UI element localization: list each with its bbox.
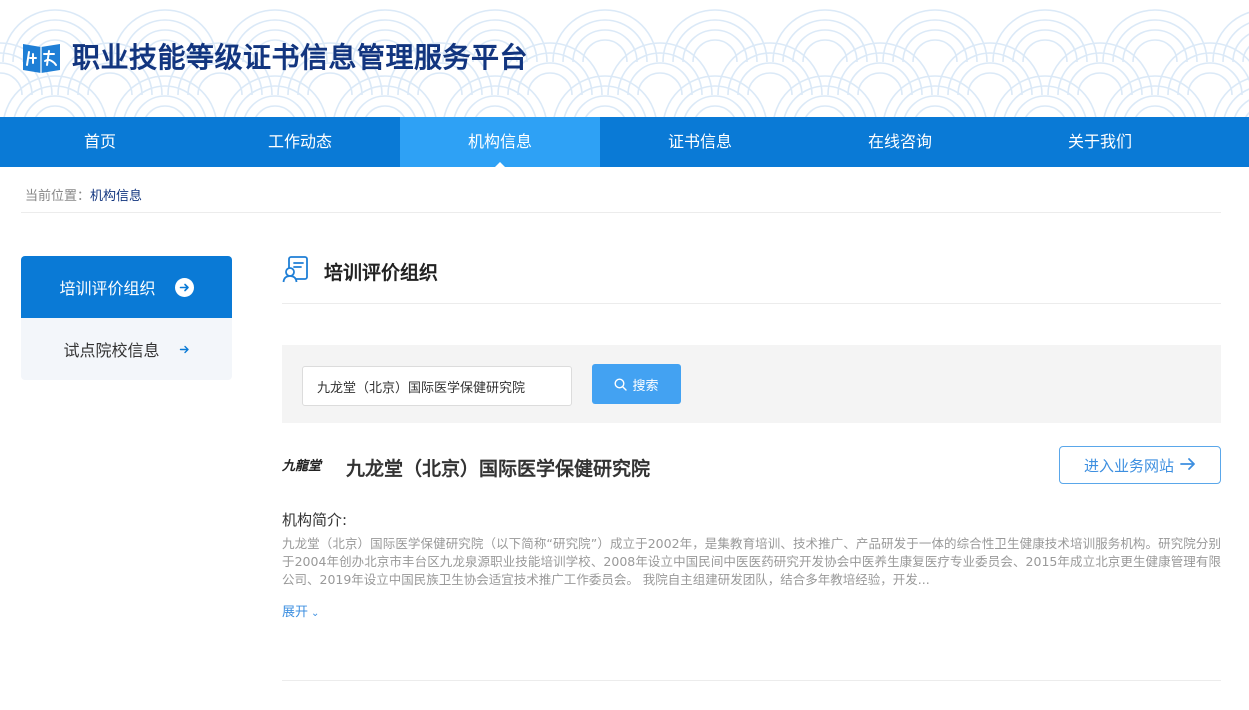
- nav-item-org-info[interactable]: 机构信息: [400, 117, 600, 167]
- enter-business-site-button[interactable]: 进入业务网站: [1059, 446, 1221, 484]
- main-nav: 首页 工作动态 机构信息 证书信息 在线咨询 关于我们: [0, 117, 1249, 167]
- nav-item-work-news[interactable]: 工作动态: [200, 117, 400, 167]
- search-button-label: 搜索: [632, 378, 659, 394]
- breadcrumb-current[interactable]: 机构信息: [90, 189, 142, 204]
- arrow-right-icon: [179, 344, 190, 355]
- enter-business-site-label: 进入业务网站: [1083, 456, 1174, 475]
- section-title: 培训评价组织: [324, 262, 439, 284]
- search-panel: 搜索: [282, 345, 1221, 423]
- intro-text: 九龙堂（北京）国际医学保健研究院（以下简称“研究院”）成立于2002年，是集教育…: [282, 536, 1221, 587]
- chevron-down-icon: ⌄: [311, 608, 320, 619]
- divider: [282, 680, 1221, 681]
- nav-item-home[interactable]: 首页: [0, 117, 200, 167]
- sidebar-item-label: 试点院校信息: [63, 341, 160, 360]
- search-icon: [614, 377, 628, 391]
- sidebar: 培训评价组织 试点院校信息: [21, 256, 232, 380]
- sidebar-item-pilot-schools[interactable]: 试点院校信息: [21, 318, 232, 380]
- arrow-right-circle-icon: [174, 277, 194, 297]
- intro-label: 机构简介:: [282, 511, 348, 529]
- organization-profile-icon: [282, 256, 308, 283]
- breadcrumb-prefix: 当前位置：: [25, 189, 91, 204]
- organization-name: 九龙堂（北京）国际医学保健研究院: [346, 458, 651, 480]
- sidebar-item-label: 培训评价组织: [59, 279, 156, 298]
- expand-label: 展开: [282, 605, 309, 620]
- search-input[interactable]: [302, 366, 572, 406]
- nav-item-about-us[interactable]: 关于我们: [1000, 117, 1200, 167]
- divider: [21, 212, 1221, 213]
- site-title: 职业技能等级证书信息管理服务平台: [72, 41, 529, 74]
- nav-item-certificate-info[interactable]: 证书信息: [600, 117, 800, 167]
- expand-link[interactable]: 展开 ⌄: [282, 601, 319, 620]
- nav-item-online-consult[interactable]: 在线咨询: [800, 117, 1000, 167]
- brand-logo-icon: [23, 44, 60, 73]
- sidebar-item-training-org[interactable]: 培训评价组织: [21, 256, 232, 318]
- header-banner: 职业技能等级证书信息管理服务平台: [0, 0, 1249, 117]
- organization-logo-text: 九龍堂: [282, 458, 323, 474]
- breadcrumb: 当前位置：机构信息: [25, 185, 142, 204]
- organization-logo: 九龍堂: [282, 458, 323, 474]
- search-button[interactable]: 搜索: [592, 364, 681, 404]
- arrow-right-icon: [1180, 455, 1196, 476]
- divider: [282, 303, 1221, 304]
